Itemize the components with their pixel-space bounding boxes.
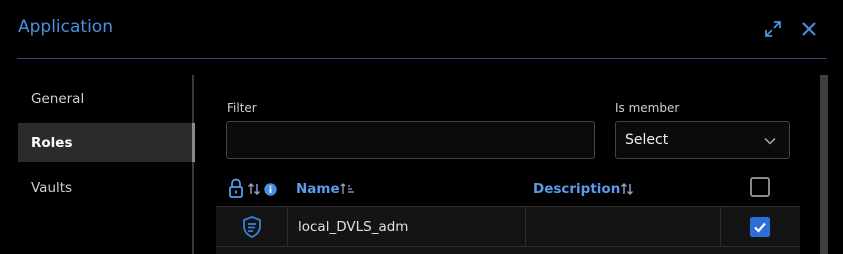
expand-button[interactable]	[762, 18, 784, 40]
checkmark-icon	[750, 217, 770, 237]
close-button[interactable]	[798, 18, 820, 40]
row-checkbox[interactable]	[750, 217, 770, 237]
cell-divider	[287, 207, 288, 248]
is-member-label: Is member	[615, 101, 680, 115]
cell-divider	[525, 207, 526, 248]
row-name-cell: local_DVLS_adm	[298, 219, 409, 235]
sidebar-item-vaults[interactable]: Vaults	[18, 168, 194, 207]
shield-icon	[241, 215, 263, 243]
filter-input[interactable]	[226, 121, 595, 159]
vertical-scrollbar[interactable]	[820, 75, 828, 254]
sort-asc-icon	[340, 183, 354, 194]
sidebar-item-general[interactable]: General	[18, 79, 194, 118]
select-all-checkbox[interactable]	[750, 177, 770, 197]
column-header-membership[interactable]	[228, 174, 277, 204]
info-icon[interactable]	[264, 182, 277, 196]
sort-icon[interactable]	[247, 182, 261, 196]
column-header-name[interactable]: Name	[296, 174, 356, 204]
expand-icon	[765, 21, 781, 37]
is-member-selected-value: Select	[625, 132, 669, 148]
filter-label: Filter	[227, 101, 257, 115]
lock-icon	[229, 178, 243, 198]
table-row[interactable]: local_DVLS_adm	[216, 206, 800, 248]
column-description-label: Description	[533, 181, 621, 197]
sort-icon	[621, 183, 634, 195]
table-row[interactable]	[216, 247, 800, 254]
chevron-down-icon	[764, 137, 776, 145]
column-header-description[interactable]: Description	[533, 174, 635, 204]
header-divider	[17, 58, 827, 59]
column-name-label: Name	[296, 181, 340, 197]
sidebar: General Roles Vaults	[18, 75, 195, 254]
is-member-select[interactable]: Select	[615, 121, 790, 159]
sidebar-item-roles[interactable]: Roles	[18, 123, 195, 162]
cell-divider	[720, 207, 721, 248]
close-icon	[802, 22, 816, 36]
dialog-title: Application	[18, 17, 113, 37]
